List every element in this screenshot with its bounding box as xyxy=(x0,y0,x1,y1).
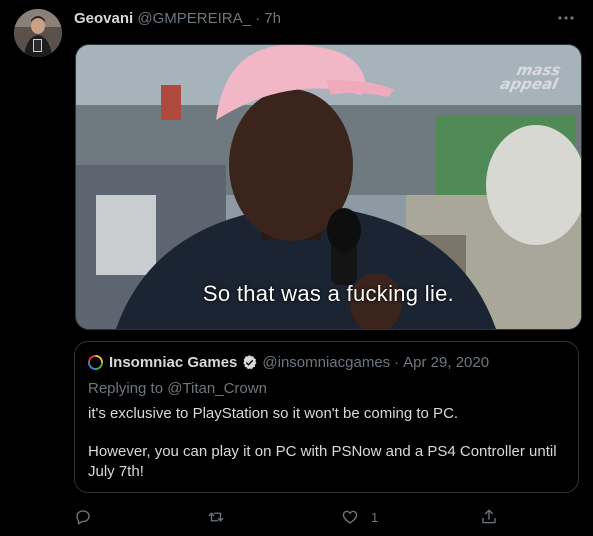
reply-icon xyxy=(76,510,90,525)
quoted-author-handle[interactable]: @insomniacgames xyxy=(262,354,390,371)
author-avatar[interactable] xyxy=(14,9,62,57)
tweet-actions: 1 xyxy=(74,505,514,529)
retweet-button[interactable] xyxy=(207,505,237,529)
share-icon xyxy=(482,509,496,524)
retweet-icon xyxy=(208,512,224,522)
tweet-header: Geovani @GMPEREIRA_ · 7h xyxy=(74,10,281,28)
media-caption: So that was a fucking lie. xyxy=(202,281,455,306)
quoted-tweet-text: it's exclusive to PlayStation so it won'… xyxy=(88,404,568,500)
tweet-time[interactable]: 7h xyxy=(264,10,281,27)
watermark-line-2: appeal xyxy=(498,75,560,93)
tweet-media-image[interactable]: mass appeal So that was a fucking lie. xyxy=(75,44,582,330)
verified-icon xyxy=(243,355,257,370)
replying-to-handle[interactable]: @Titan_Crown xyxy=(167,380,267,397)
reply-button[interactable] xyxy=(74,505,104,529)
quoted-separator-dot: · xyxy=(394,354,400,371)
insomniac-logo-icon xyxy=(88,355,103,370)
separator-dot: · xyxy=(255,10,261,27)
author-name[interactable]: Geovani xyxy=(74,10,133,27)
quoted-date[interactable]: Apr 29, 2020 xyxy=(403,354,489,371)
more-button[interactable] xyxy=(551,6,581,30)
like-count: 1 xyxy=(371,509,379,525)
quoted-paragraph-2: However, you can play it on PC with PSNo… xyxy=(88,443,557,480)
author-handle[interactable]: @GMPEREIRA_ xyxy=(137,10,251,27)
replying-prefix: Replying to xyxy=(88,380,164,397)
quoted-header: Insomniac Games @insomniacgames · Apr 29… xyxy=(88,354,489,371)
replying-to-line: Replying to @Titan_Crown xyxy=(88,380,267,397)
like-icon xyxy=(342,510,358,524)
media-watermark: mass appeal xyxy=(498,61,563,93)
quoted-tweet[interactable]: Insomniac Games @insomniacgames · Apr 29… xyxy=(74,341,579,493)
more-icon xyxy=(558,16,574,20)
share-button[interactable] xyxy=(480,505,498,529)
quoted-paragraph-1: it's exclusive to PlayStation so it won'… xyxy=(88,405,459,422)
like-button[interactable]: 1 xyxy=(341,505,378,529)
quoted-author-name[interactable]: Insomniac Games xyxy=(109,354,237,371)
